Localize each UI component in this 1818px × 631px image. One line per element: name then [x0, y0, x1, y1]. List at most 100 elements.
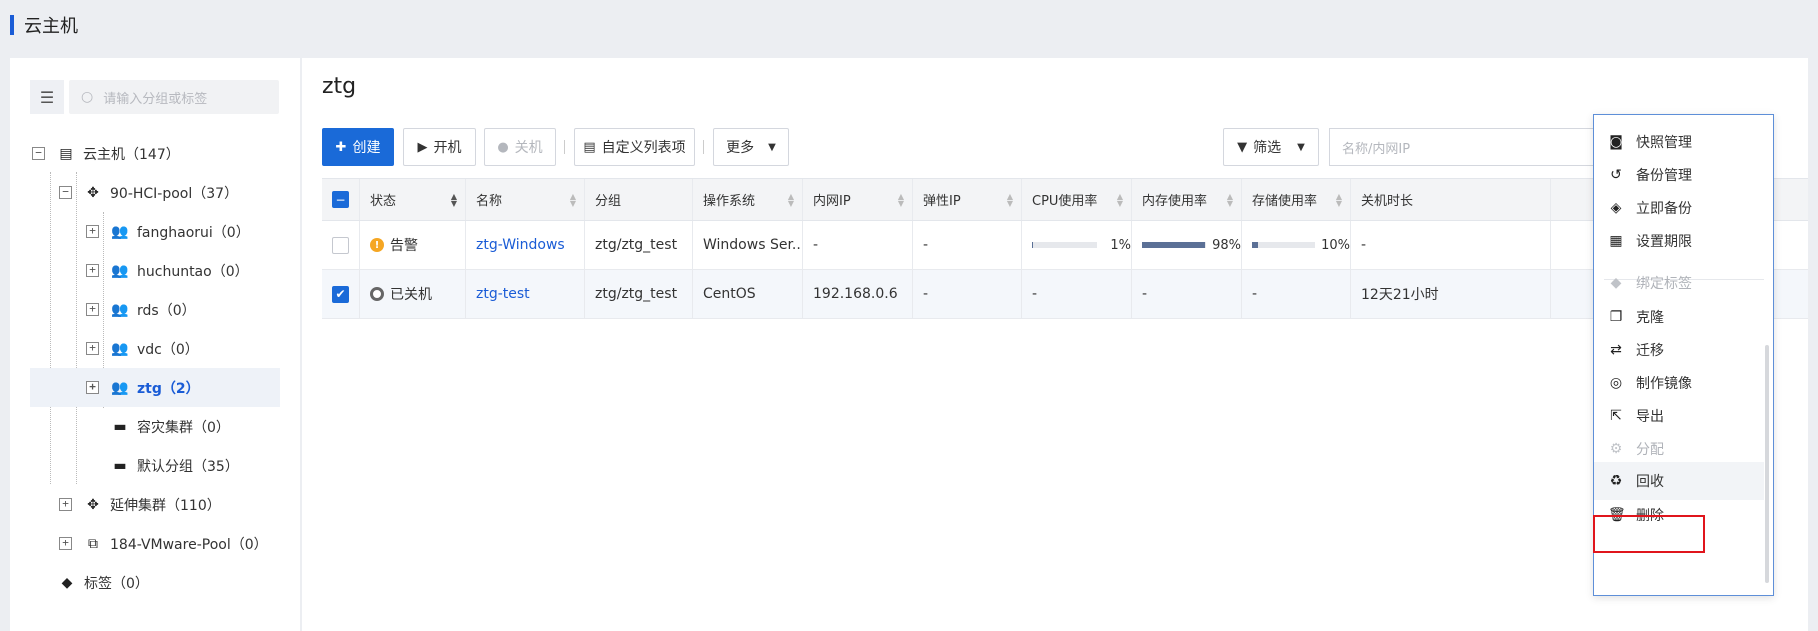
menu-item-label: 分配	[1636, 442, 1664, 458]
tree-node-label: 标签（0）	[84, 575, 149, 592]
tree-node-rds[interactable]: + 👥 rds（0）	[30, 290, 280, 329]
server-icon: ▤	[59, 145, 73, 162]
status-text: 已关机	[390, 287, 432, 303]
sort-icon[interactable]: ▲ ▼	[1117, 193, 1123, 208]
tree-node-hci-pool[interactable]: − ✥ 90-HCI-pool（37）	[30, 173, 280, 212]
name-cell: ztg-test	[466, 270, 585, 318]
page-header: 云主机	[0, 0, 1818, 50]
user-icon: 👥	[111, 262, 129, 279]
cpu-usage-bar	[1032, 242, 1097, 248]
column-header-eip[interactable]: 弹性IP ▲ ▼	[913, 179, 1022, 220]
power-on-button[interactable]: ▶ 开机	[403, 128, 476, 166]
tree-node-vdc[interactable]: + 👥 vdc（0）	[30, 329, 280, 368]
table-header: − 状态 ▲ ▼ 名称 ▲ ▼ 分组 操作系统 ▲ ▼ 内网IP ▲ ▼ 弹性IP ▲ ▼ CPU使…	[322, 179, 1808, 221]
column-label: 内存使用率	[1142, 194, 1208, 209]
expand-icon[interactable]: +	[59, 537, 72, 550]
tree-node-vmware-pool[interactable]: + ⧉ 184-VMware-Pool（0）	[30, 524, 280, 563]
clone-icon: ❐	[1609, 309, 1623, 325]
name-ip-search-input[interactable]: 名称/内网IP	[1329, 128, 1594, 166]
tree-node-label: 184-VMware-Pool（0）	[110, 536, 268, 553]
memory-usage-text: -	[1142, 286, 1148, 302]
column-header-storage[interactable]: 存储使用率 ▲ ▼	[1242, 179, 1351, 220]
tree-node-fanghaorui[interactable]: + 👥 fanghaorui（0）	[30, 212, 280, 251]
expand-icon[interactable]: +	[59, 498, 72, 511]
folder-icon: ▬	[113, 418, 127, 435]
column-header-group[interactable]: 分组	[585, 179, 693, 220]
select-all-checkbox[interactable]: −	[332, 191, 349, 208]
group-title: ztg	[322, 74, 357, 99]
sort-icon[interactable]: ▲ ▼	[1336, 193, 1342, 208]
tree-node-dr-cluster[interactable]: ▬ 容灾集群（0）	[30, 407, 280, 446]
create-button[interactable]: ✚ 创建	[322, 128, 394, 166]
collapse-icon[interactable]: −	[59, 186, 72, 199]
os-cell: CentOS	[693, 270, 803, 318]
column-label: 分组	[595, 194, 622, 209]
expand-icon[interactable]: +	[86, 381, 99, 394]
table-row[interactable]: ! 告警 ztg-Windows ztg/ztg_test Windows Se…	[322, 221, 1808, 270]
vm-name-link[interactable]: ztg-Windows	[476, 237, 565, 253]
expand-icon[interactable]: +	[86, 225, 99, 238]
menu-item-set-expiry[interactable]: ▦ 设置期限	[1594, 222, 1764, 260]
menu-item-bind-tag[interactable]: ◆ 绑定标签	[1594, 264, 1764, 302]
tree-node-label: huchuntao（0）	[137, 263, 249, 280]
storage-usage-bar	[1252, 242, 1316, 248]
tree-node-default-group[interactable]: ▬ 默认分组（35）	[30, 446, 280, 485]
sort-icon[interactable]: ▲ ▼	[898, 193, 904, 208]
sort-icon[interactable]: ▲ ▼	[1227, 193, 1233, 208]
os-text: CentOS	[703, 286, 756, 302]
vm-name-link[interactable]: ztg-test	[476, 286, 530, 302]
tree-node-huchuntao[interactable]: + 👥 huchuntao（0）	[30, 251, 280, 290]
eip-text: -	[923, 237, 929, 253]
row-checkbox[interactable]: ✔	[332, 285, 349, 303]
menu-item-recycle[interactable]: ♻ 回收	[1594, 462, 1764, 500]
column-header-name[interactable]: 名称 ▲ ▼	[466, 179, 585, 220]
shutdown-time-text: 12天21小时	[1361, 287, 1439, 303]
column-label: 存储使用率	[1252, 194, 1318, 209]
collapse-icon[interactable]: −	[32, 147, 45, 160]
ip-cell: 192.168.0.6	[803, 270, 913, 318]
more-button[interactable]: 更多 ▼	[713, 128, 789, 166]
shutdown-time-text: -	[1361, 237, 1367, 253]
column-header-ip[interactable]: 内网IP ▲ ▼	[803, 179, 913, 220]
column-header-memory[interactable]: 内存使用率 ▲ ▼	[1132, 179, 1242, 220]
memory-usage-fill	[1142, 242, 1205, 248]
tree-node-cloud-hosts[interactable]: − ▤ 云主机（147）	[30, 134, 280, 173]
warning-icon: !	[370, 238, 384, 252]
power-off-label: 关机	[514, 140, 543, 156]
ip-cell: -	[803, 221, 913, 269]
column-header-status[interactable]: 状态 ▲ ▼	[360, 179, 466, 220]
power-off-button[interactable]: ● 关机	[484, 128, 556, 166]
tree-node-label: 云主机（147）	[83, 146, 180, 163]
expand-icon[interactable]: +	[86, 264, 99, 277]
list-view-icon[interactable]: ☰	[30, 80, 64, 114]
select-all-cell: −	[322, 179, 360, 220]
power-on-label: 开机	[433, 140, 462, 156]
tag-icon: ◆	[61, 574, 73, 591]
column-header-shutdown-time[interactable]: 关机时长	[1351, 179, 1551, 220]
status-cell: ! 告警	[360, 221, 466, 269]
tree-node-ztg[interactable]: + 👥 ztg（2）	[30, 368, 280, 407]
column-header-cpu[interactable]: CPU使用率 ▲ ▼	[1022, 179, 1132, 220]
storage-usage-text: 10%	[1321, 237, 1350, 253]
sort-icon[interactable]: ▲ ▼	[451, 193, 457, 208]
tree-node-stretch-cluster[interactable]: + ✥ 延伸集群（110）	[30, 485, 280, 524]
menu-scrollbar[interactable]	[1765, 345, 1769, 583]
user-icon: 👥	[111, 379, 129, 396]
expand-icon[interactable]: +	[86, 342, 99, 355]
expand-icon[interactable]: +	[86, 303, 99, 316]
table-row[interactable]: ✔ 已关机 ztg-test ztg/ztg_test CentOS 192.1…	[322, 270, 1808, 319]
play-icon: ▶	[417, 139, 428, 155]
menu-item-label: 快照管理	[1636, 135, 1692, 151]
custom-columns-button[interactable]: ▤ 自定义列表项	[574, 128, 695, 166]
column-label: CPU使用率	[1032, 194, 1098, 209]
row-checkbox[interactable]	[332, 236, 349, 254]
sort-icon[interactable]: ▲ ▼	[1007, 193, 1013, 208]
sort-icon[interactable]: ▲ ▼	[570, 193, 576, 208]
tree-search-input[interactable]: ○ 请输入分组或标签	[69, 80, 279, 114]
tree-node-tags[interactable]: ◆ 标签（0）	[30, 563, 280, 602]
column-header-os[interactable]: 操作系统 ▲ ▼	[693, 179, 803, 220]
sort-icon[interactable]: ▲ ▼	[788, 193, 794, 208]
filter-button[interactable]: ▼ 筛选 ▼	[1223, 128, 1319, 166]
column-label: 关机时长	[1361, 194, 1414, 209]
menu-item-label: 设置期限	[1636, 234, 1692, 250]
